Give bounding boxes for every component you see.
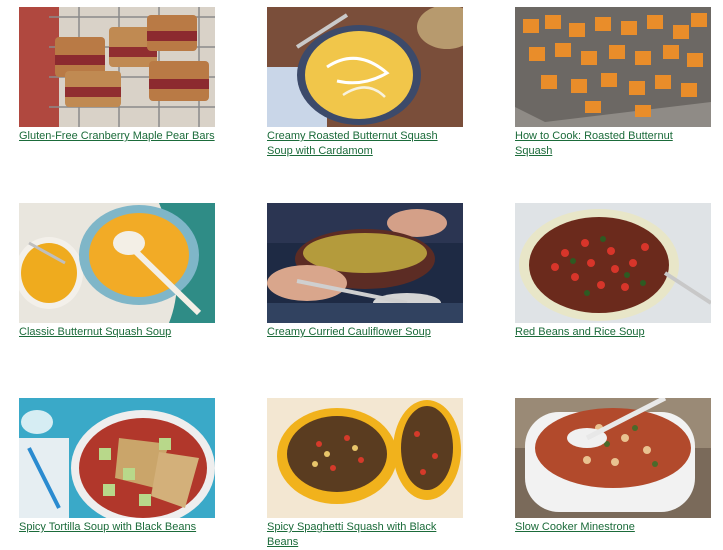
recipe-image-link[interactable] xyxy=(515,203,711,323)
spaghetti-squash-photo-icon xyxy=(267,398,463,518)
red-beans-soup-photo-icon xyxy=(515,203,711,323)
recipe-title-link[interactable]: Slow Cooker Minestrone xyxy=(515,520,711,535)
tortilla-soup-photo-icon xyxy=(19,398,215,518)
recipe-card: Spicy Spaghetti Squash with Black Beans xyxy=(267,398,463,550)
roasted-squash-tray-photo-icon xyxy=(515,7,711,127)
cranberry-pear-bars-photo-icon xyxy=(19,7,215,127)
recipe-image-link[interactable] xyxy=(267,398,463,518)
recipe-card: Gluten-Free Cranberry Maple Pear Bars xyxy=(19,7,215,144)
recipe-card: Creamy Curried Cauliflower Soup xyxy=(267,203,463,340)
recipe-image-link[interactable] xyxy=(515,398,711,518)
recipe-image-link[interactable] xyxy=(19,203,215,323)
recipe-title-link[interactable]: Red Beans and Rice Soup xyxy=(515,325,711,340)
recipe-image-link[interactable] xyxy=(19,398,215,518)
recipe-image-link[interactable] xyxy=(267,7,463,127)
recipe-title-link[interactable]: Spicy Tortilla Soup with Black Beans xyxy=(19,520,215,535)
recipe-card: Slow Cooker Minestrone xyxy=(515,398,711,535)
recipe-card: Red Beans and Rice Soup xyxy=(515,203,711,340)
classic-squash-soup-photo-icon xyxy=(19,203,215,323)
recipe-title-link[interactable]: Gluten-Free Cranberry Maple Pear Bars xyxy=(19,129,215,144)
recipe-image-link[interactable] xyxy=(267,203,463,323)
recipe-image-link[interactable] xyxy=(515,7,711,127)
recipe-image-link[interactable] xyxy=(19,7,215,127)
recipe-card: How to Cook: Roasted Butternut Squash xyxy=(515,7,711,159)
recipe-title-link[interactable]: Creamy Curried Cauliflower Soup xyxy=(267,325,463,340)
recipe-title-link[interactable]: How to Cook: Roasted Butternut Squash xyxy=(515,129,711,159)
recipe-card: Classic Butternut Squash Soup xyxy=(19,203,215,340)
minestrone-photo-icon xyxy=(515,398,711,518)
cauliflower-soup-photo-icon xyxy=(267,203,463,323)
recipe-title-link[interactable]: Spicy Spaghetti Squash with Black Beans xyxy=(267,520,463,550)
recipe-card: Spicy Tortilla Soup with Black Beans xyxy=(19,398,215,535)
recipe-card: Creamy Roasted Butternut Squash Soup wit… xyxy=(267,7,463,159)
recipe-title-link[interactable]: Classic Butternut Squash Soup xyxy=(19,325,215,340)
recipe-title-link[interactable]: Creamy Roasted Butternut Squash Soup wit… xyxy=(267,129,463,159)
butternut-squash-soup-photo-icon xyxy=(267,7,463,127)
